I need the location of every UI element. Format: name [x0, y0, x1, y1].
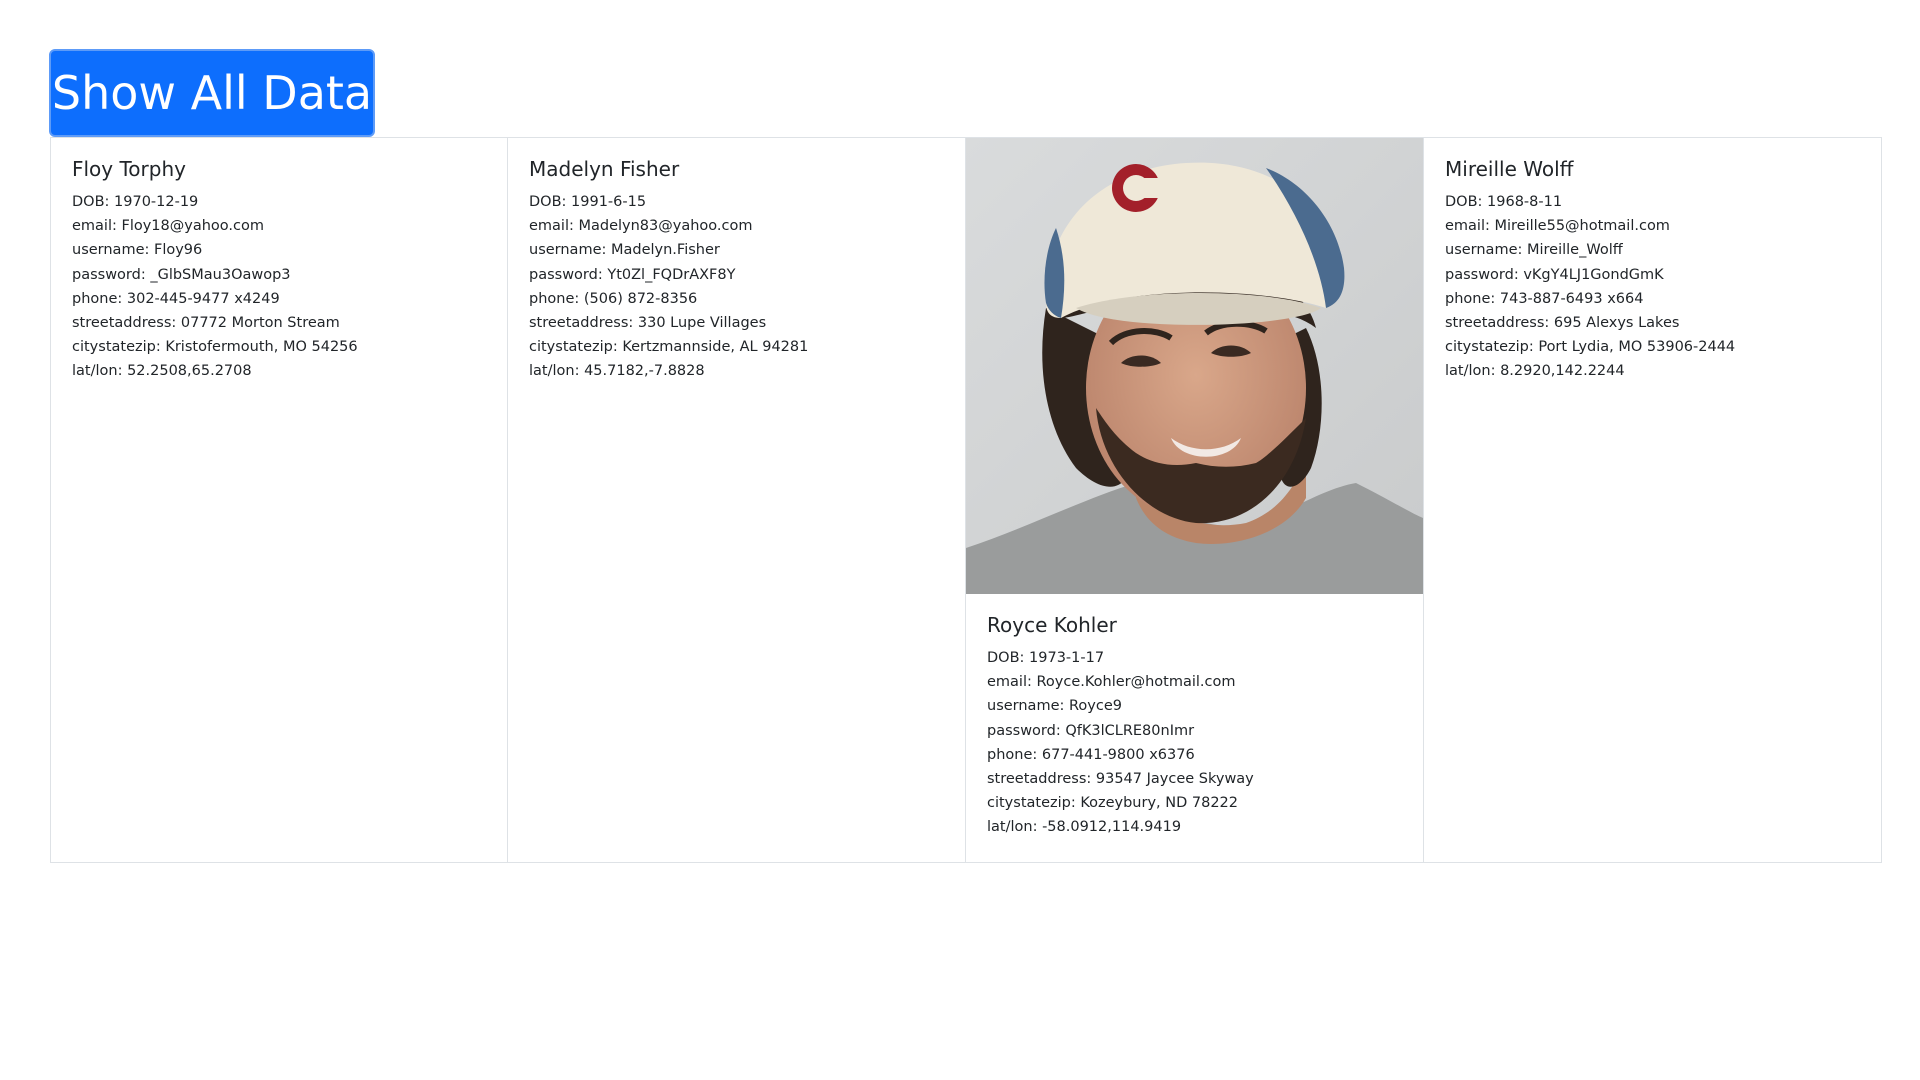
dob-text: DOB: 1970-12-19	[72, 194, 199, 210]
dob-text: DOB: 1991-6-15	[529, 194, 647, 210]
person-card: Madelyn Fisher DOB: 1991-6-15 email: Mad…	[508, 137, 966, 863]
person-card: Royce Kohler DOB: 1973-1-17 email: Royce…	[966, 137, 1424, 863]
username-text: username: Royce9	[987, 698, 1122, 715]
card-row: Floy Torphy DOB: 1970-12-19 email: Floy1…	[50, 137, 1882, 863]
username-text: username: Mireille_Wolff	[1445, 242, 1623, 259]
streetaddress-text: streetaddress: 695 Alexys Lakes	[1445, 315, 1680, 332]
email-text: email: Floy18@yahoo.com	[72, 218, 264, 235]
card-body: Royce Kohler DOB: 1973-1-17 email: Royce…	[966, 594, 1423, 860]
streetaddress-text: streetaddress: 330 Lupe Villages	[529, 315, 767, 332]
streetaddress-text: streetaddress: 07772 Morton Stream	[72, 315, 340, 332]
person-card: Floy Torphy DOB: 1970-12-19 email: Floy1…	[50, 137, 508, 863]
card-title: Floy Torphy	[72, 157, 186, 181]
email-text: email: Madelyn83@yahoo.com	[529, 218, 753, 235]
password-text: password: _GlbSMau3Oawop3	[72, 266, 291, 283]
phone-text: phone: 302-445-9477 x4249	[72, 290, 280, 307]
citystatezip-text: citystatezip: Port Lydia, MO 53906-2444	[1445, 339, 1736, 356]
person-card: Mireille Wolff DOB: 1968-8-11 email: Mir…	[1424, 137, 1882, 863]
show-all-data-button[interactable]: Show All Data	[49, 49, 375, 137]
card-title: Mireille Wolff	[1445, 157, 1574, 181]
password-text: password: QfK3lCLRE80nImr	[987, 722, 1195, 739]
username-text: username: Floy96	[72, 242, 203, 259]
card-title: Royce Kohler	[987, 613, 1117, 637]
password-text: password: vKgY4LJ1GondGmK	[1445, 266, 1664, 283]
username-text: username: Madelyn.Fisher	[529, 242, 720, 259]
card-body: Floy Torphy DOB: 1970-12-19 email: Floy1…	[51, 138, 507, 404]
dob-text: DOB: 1968-8-11	[1445, 194, 1563, 210]
password-text: password: Yt0Zl_FQDrAXF8Y	[529, 266, 736, 283]
email-text: email: Mireille55@hotmail.com	[1445, 218, 1670, 235]
latlon-text: lat/lon: 8.2920,142.2244	[1445, 363, 1625, 380]
card-body: Madelyn Fisher DOB: 1991-6-15 email: Mad…	[508, 138, 965, 404]
latlon-text: lat/lon: -58.0912,114.9419	[987, 819, 1182, 836]
profile-photo-image	[966, 138, 1423, 594]
email-text: email: Royce.Kohler@hotmail.com	[987, 674, 1236, 691]
latlon-text: lat/lon: 45.7182,-7.8828	[529, 363, 705, 380]
dob-text: DOB: 1973-1-17	[987, 650, 1105, 666]
card-body: Mireille Wolff DOB: 1968-8-11 email: Mir…	[1424, 138, 1881, 404]
page: Show All Data Floy Torphy DOB: 1970-12-1…	[0, 0, 1920, 1080]
streetaddress-text: streetaddress: 93547 Jaycee Skyway	[987, 771, 1254, 788]
profile-photo	[966, 138, 1423, 594]
citystatezip-text: citystatezip: Kozeybury, ND 78222	[987, 795, 1239, 812]
citystatezip-text: citystatezip: Kertzmannside, AL 94281	[529, 339, 809, 356]
card-title: Madelyn Fisher	[529, 157, 680, 181]
citystatezip-text: citystatezip: Kristofermouth, MO 54256	[72, 339, 358, 356]
phone-text: phone: (506) 872-8356	[529, 290, 698, 307]
phone-text: phone: 677-441-9800 x6376	[987, 746, 1195, 763]
latlon-text: lat/lon: 52.2508,65.2708	[72, 363, 252, 380]
phone-text: phone: 743-887-6493 x664	[1445, 290, 1644, 307]
